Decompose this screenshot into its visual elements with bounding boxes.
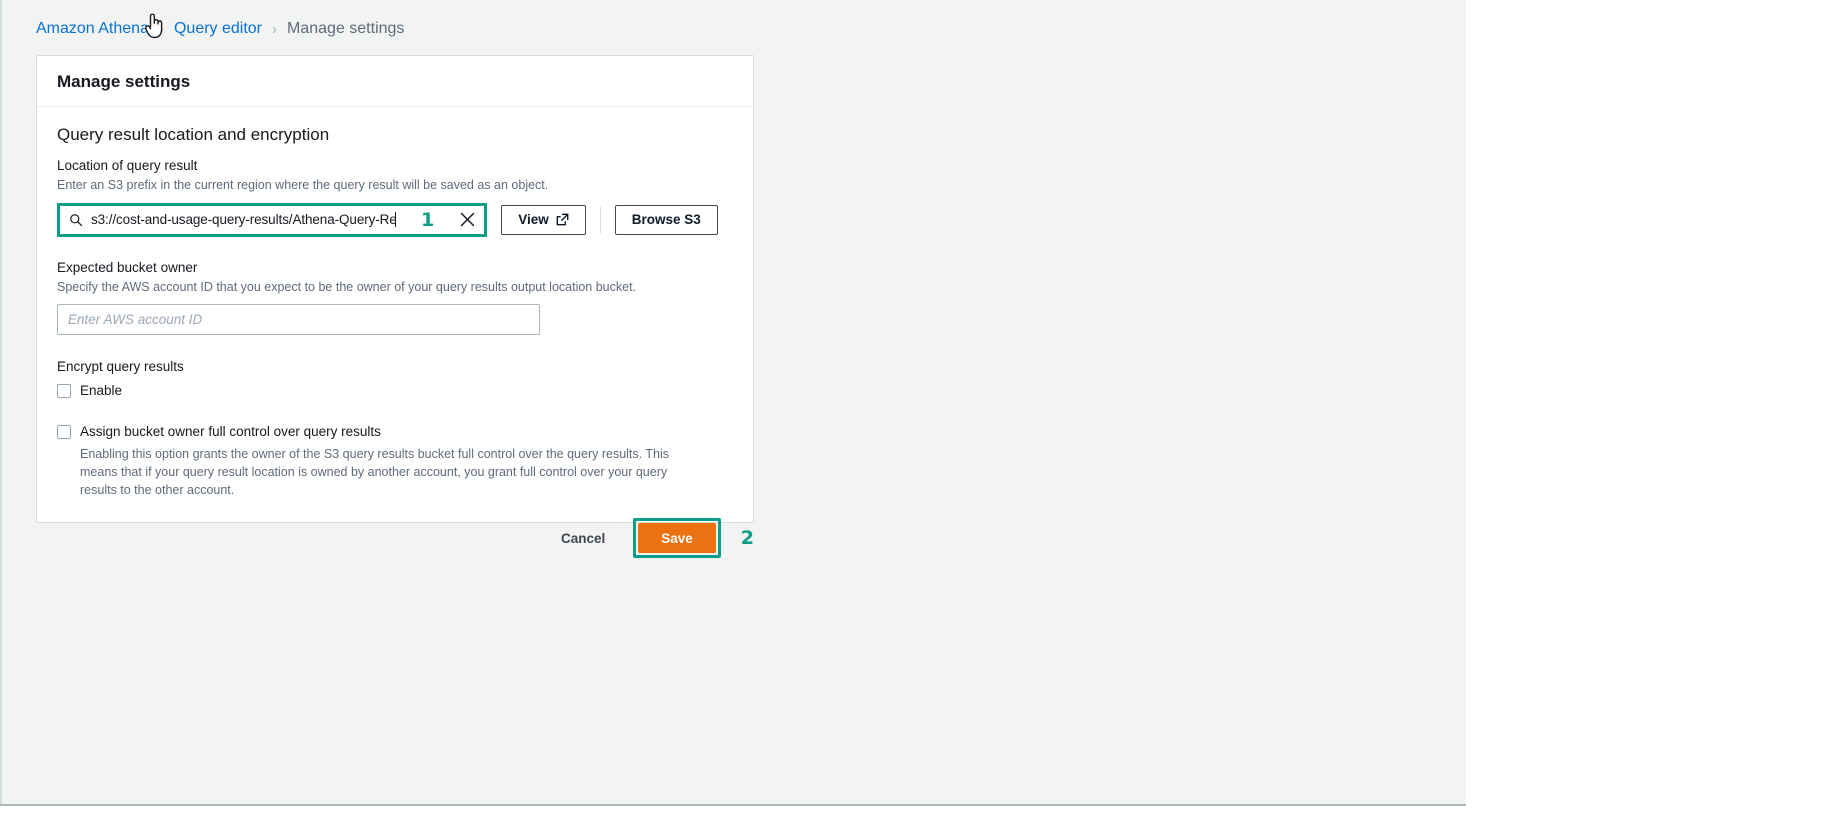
breadcrumb: Amazon Athena › Query editor › Manage se… xyxy=(36,19,404,39)
annotation-badge-2: 2 xyxy=(740,527,754,549)
card-body: Query result location and encryption Loc… xyxy=(37,107,753,522)
breadcrumb-item-query-editor[interactable]: Query editor xyxy=(174,20,262,38)
assign-bucket-owner-label: Assign bucket owner full control over qu… xyxy=(80,424,381,440)
card-header: Manage settings xyxy=(37,56,753,107)
form-actions: Cancel Save 2 xyxy=(36,518,754,558)
manage-settings-page: Amazon Athena › Query editor › Manage se… xyxy=(0,0,1837,824)
section-heading-query-result: Query result location and encryption xyxy=(57,125,330,144)
page-left-border xyxy=(0,0,2,806)
text-caret xyxy=(395,212,396,228)
encrypt-query-results-label: Encrypt query results xyxy=(57,359,184,375)
breadcrumb-item-amazon-athena[interactable]: Amazon Athena xyxy=(36,20,149,38)
button-divider xyxy=(599,206,601,233)
page-title: Manage settings xyxy=(57,72,191,91)
browse-s3-button[interactable]: Browse S3 xyxy=(614,204,718,235)
enable-encryption-checkbox[interactable] xyxy=(57,384,71,399)
s3-location-input-value: s3://cost-and-usage-query-results/Athena… xyxy=(91,212,396,228)
s3-location-input[interactable]: s3://cost-and-usage-query-results/Athena… xyxy=(60,205,403,234)
save-button-highlight-ring: Save xyxy=(633,518,721,558)
view-button-label: View xyxy=(518,212,549,228)
view-button[interactable]: View xyxy=(501,204,586,235)
location-field-label: Location of query result xyxy=(57,158,198,173)
location-input-row: s3://cost-and-usage-query-results/Athena… xyxy=(57,202,733,237)
annotation-badge-1: 1 xyxy=(421,208,435,231)
aws-account-id-input[interactable] xyxy=(57,304,540,336)
save-button[interactable]: Save xyxy=(638,523,716,553)
breadcrumb-separator-icon-2: › xyxy=(272,20,277,38)
expected-bucket-owner-description: Specify the AWS account ID that you expe… xyxy=(57,279,637,294)
breadcrumb-item-manage-settings: Manage settings xyxy=(287,20,405,37)
search-icon xyxy=(70,213,83,226)
browse-s3-button-label: Browse S3 xyxy=(631,212,701,228)
external-link-icon xyxy=(556,213,569,226)
assign-bucket-owner-checkbox[interactable] xyxy=(57,425,71,440)
expected-bucket-owner-label: Expected bucket owner xyxy=(57,259,198,275)
manage-settings-card: Manage settings Query result location an… xyxy=(36,55,754,523)
enable-encryption-checkbox-row[interactable]: Enable xyxy=(57,382,733,401)
assign-bucket-owner-checkbox-row[interactable]: Assign bucket owner full control over qu… xyxy=(57,423,733,499)
cancel-button[interactable]: Cancel xyxy=(547,523,619,554)
clear-input-button[interactable] xyxy=(450,206,484,234)
location-field-description: Enter an S3 prefix in the current region… xyxy=(57,178,549,193)
breadcrumb-separator-icon: › xyxy=(159,20,164,38)
enable-encryption-label: Enable xyxy=(80,383,123,399)
location-input-highlight-ring: s3://cost-and-usage-query-results/Athena… xyxy=(57,202,488,237)
page-right-empty-area xyxy=(1466,0,1837,824)
assign-bucket-owner-description: Enabling this option grants the owner of… xyxy=(80,447,669,498)
page-bottom-empty-area xyxy=(0,806,1837,824)
close-icon xyxy=(460,212,474,227)
page-bottom-border xyxy=(0,804,1466,806)
